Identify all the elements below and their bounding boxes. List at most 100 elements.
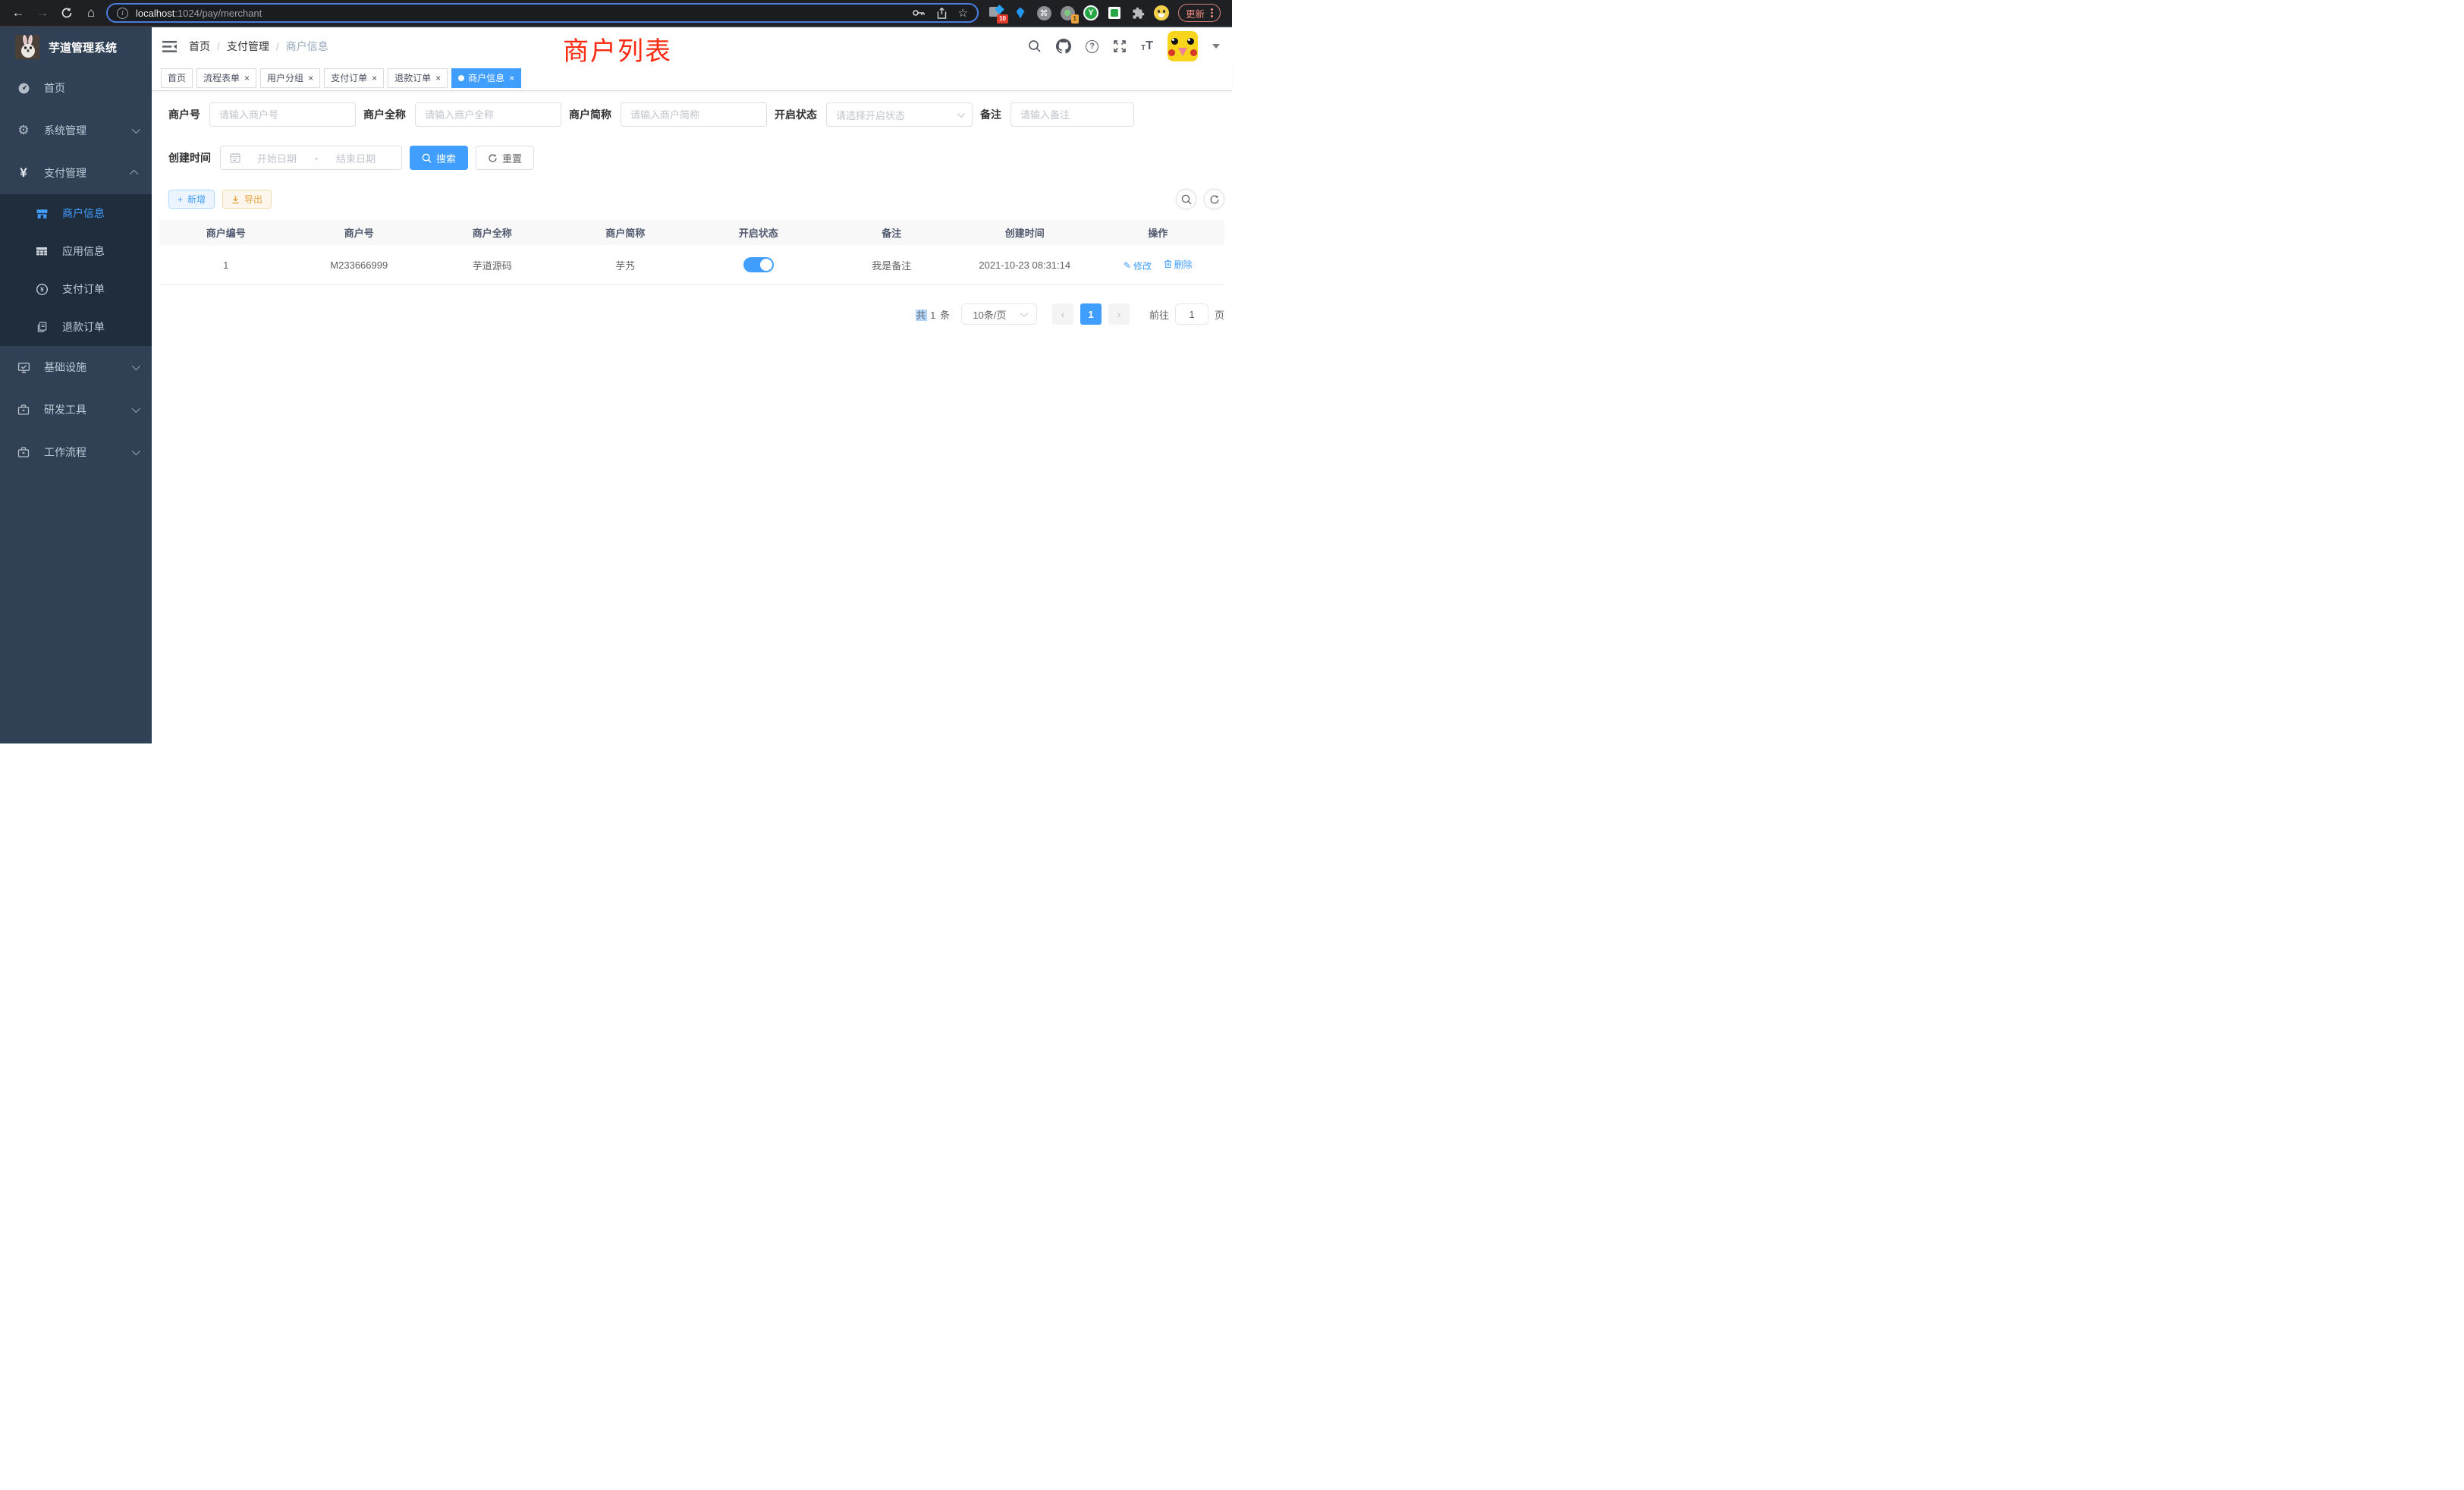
edit-pencil-icon: ✎ (1124, 260, 1131, 271)
plus-icon: + (178, 194, 183, 205)
help-icon[interactable]: ? (1086, 40, 1098, 53)
delete-link[interactable]: 删除 (1164, 258, 1193, 271)
create-time-label: 创建时间 (168, 150, 220, 165)
share-icon[interactable] (937, 8, 947, 19)
browser-home-button[interactable]: ⌂ (79, 2, 103, 24)
font-size-large-glyph: T (1146, 40, 1153, 52)
edit-link[interactable]: ✎ 修改 (1124, 259, 1152, 272)
merchant-no-input[interactable] (219, 109, 346, 121)
pagination: 共 1 条 10条/页 ‹ 1 › 前往 页 (159, 303, 1224, 325)
github-icon[interactable] (1056, 39, 1071, 54)
sidebar-toggle-hamburger-icon[interactable] (162, 40, 177, 53)
merchant-table: 商户编号 商户号 商户全称 商户简称 开启状态 备注 创建时间 操作 1 M23… (159, 220, 1224, 285)
extension-command-icon[interactable]: ⌘ (1036, 5, 1051, 20)
page-number-current[interactable]: 1 (1080, 303, 1102, 325)
calendar-icon (230, 152, 240, 163)
remark-label: 备注 (980, 107, 1010, 122)
extension-doc-icon[interactable] (1107, 5, 1122, 20)
remark-input[interactable] (1020, 109, 1124, 121)
bookmark-star-icon[interactable]: ☆ (958, 6, 968, 20)
extension-meet-icon[interactable]: 1 (1060, 5, 1075, 20)
tab-close-icon[interactable]: × (372, 74, 377, 83)
extension-y-icon[interactable]: Y (1083, 5, 1098, 20)
tab-refund-order[interactable]: 退款订单 × (388, 68, 448, 88)
table-row: 1 M233666999 芋道源码 芋艿 我是备注 2021-10-23 08:… (159, 245, 1224, 285)
full-name-input[interactable] (425, 109, 552, 121)
documents-icon (33, 321, 50, 333)
cell-short-name: 芋艿 (559, 258, 693, 272)
page-size-select[interactable]: 10条/页 (961, 303, 1037, 325)
reset-button[interactable]: 重置 (476, 146, 534, 170)
date-range-separator: - (313, 152, 319, 164)
browser-menu-icon[interactable] (1211, 8, 1213, 17)
sidebar-item-home[interactable]: 首页 (0, 67, 152, 109)
breadcrumb-payment[interactable]: 支付管理 (227, 39, 269, 54)
sidebar-item-app-info[interactable]: 应用信息 (0, 232, 152, 270)
tab-close-icon[interactable]: × (244, 74, 250, 83)
page-info-icon[interactable]: i (117, 8, 128, 19)
y-glyph: Y (1083, 5, 1098, 20)
browser-back-button[interactable]: ← (6, 2, 30, 24)
search-button[interactable]: 搜索 (410, 146, 468, 170)
breadcrumb-current: 商户信息 (286, 39, 328, 54)
trash-icon (1164, 259, 1172, 269)
sidebar-logo-row[interactable]: 芋道管理系统 (0, 27, 152, 67)
extension-grid-icon[interactable]: 10 (989, 5, 1004, 20)
header-search-icon[interactable] (1028, 39, 1042, 53)
browser-reload-button[interactable] (55, 2, 79, 24)
avatar-dropdown-caret-icon[interactable] (1212, 44, 1220, 49)
sidebar-item-dev-tools[interactable]: 研发工具 (0, 388, 152, 431)
pagination-total-highlighted: 共 (916, 310, 926, 321)
refresh-table-button[interactable] (1204, 189, 1224, 209)
dashboard-icon (15, 82, 32, 95)
user-avatar[interactable] (1168, 31, 1198, 61)
sidebar-item-payment[interactable]: ¥ 支付管理 (0, 152, 152, 194)
browser-toolbar: ← → ⌂ i localhost:1024/pay/merchant ☆ 10… (0, 0, 1232, 27)
sidebar-item-label: 系统管理 (44, 123, 86, 138)
browser-forward-button[interactable]: → (30, 2, 55, 24)
add-button-label: 新增 (187, 193, 206, 206)
extension-badge: 10 (997, 14, 1008, 24)
tab-process-form[interactable]: 流程表单 × (196, 68, 256, 88)
end-date-placeholder: 结束日期 (319, 151, 392, 165)
next-page-button[interactable]: › (1108, 303, 1130, 325)
url-bar[interactable]: i localhost:1024/pay/merchant ☆ (106, 3, 979, 23)
sidebar-item-system[interactable]: ⚙ 系统管理 (0, 109, 152, 152)
breadcrumb-home[interactable]: 首页 (189, 39, 210, 54)
tab-close-icon[interactable]: × (509, 74, 514, 83)
toggle-search-button[interactable] (1176, 189, 1196, 209)
extension-gem-icon[interactable] (1013, 5, 1028, 20)
create-time-range-picker[interactable]: 开始日期 - 结束日期 (220, 146, 402, 170)
tab-user-group[interactable]: 用户分组 × (260, 68, 320, 88)
tab-home[interactable]: 首页 (161, 68, 193, 88)
table-header: 开启状态 (692, 225, 825, 240)
download-icon (231, 195, 240, 204)
fullscreen-icon[interactable] (1113, 39, 1127, 53)
font-size-icon[interactable]: TT (1141, 40, 1153, 52)
status-toggle[interactable] (743, 257, 774, 272)
prev-page-button[interactable]: ‹ (1052, 303, 1073, 325)
tab-close-icon[interactable]: × (435, 74, 441, 83)
sidebar-item-workflow[interactable]: 工作流程 (0, 431, 152, 473)
short-name-input[interactable] (630, 109, 757, 121)
extensions-puzzle-icon[interactable] (1130, 5, 1146, 20)
tab-pay-order[interactable]: 支付订单 × (324, 68, 384, 88)
sidebar-item-pay-order[interactable]: ¥ 支付订单 (0, 270, 152, 308)
sidebar-item-merchant-info[interactable]: 商户信息 (0, 194, 152, 232)
page-content: 商户号 商户全称 商户简称 开启状态 请选择开启状态 (152, 91, 1232, 743)
password-key-icon[interactable] (913, 8, 926, 17)
browser-profile-avatar[interactable] (1154, 5, 1169, 20)
pagination-total: 共 1 条 (916, 307, 950, 322)
browser-update-button[interactable]: 更新 (1178, 4, 1221, 22)
export-button[interactable]: 导出 (222, 190, 272, 209)
tab-label: 支付订单 (331, 71, 367, 84)
goto-page-input[interactable] (1175, 303, 1208, 325)
sidebar-item-infrastructure[interactable]: 基础设施 (0, 346, 152, 388)
status-select[interactable]: 请选择开启状态 (826, 102, 973, 127)
tab-merchant-info[interactable]: 商户信息 × (451, 68, 521, 88)
search-button-label: 搜索 (436, 151, 456, 165)
delete-label: 删除 (1174, 258, 1193, 271)
tab-close-icon[interactable]: × (308, 74, 313, 83)
sidebar-item-refund-order[interactable]: 退款订单 (0, 308, 152, 346)
add-button[interactable]: + 新增 (168, 190, 215, 209)
